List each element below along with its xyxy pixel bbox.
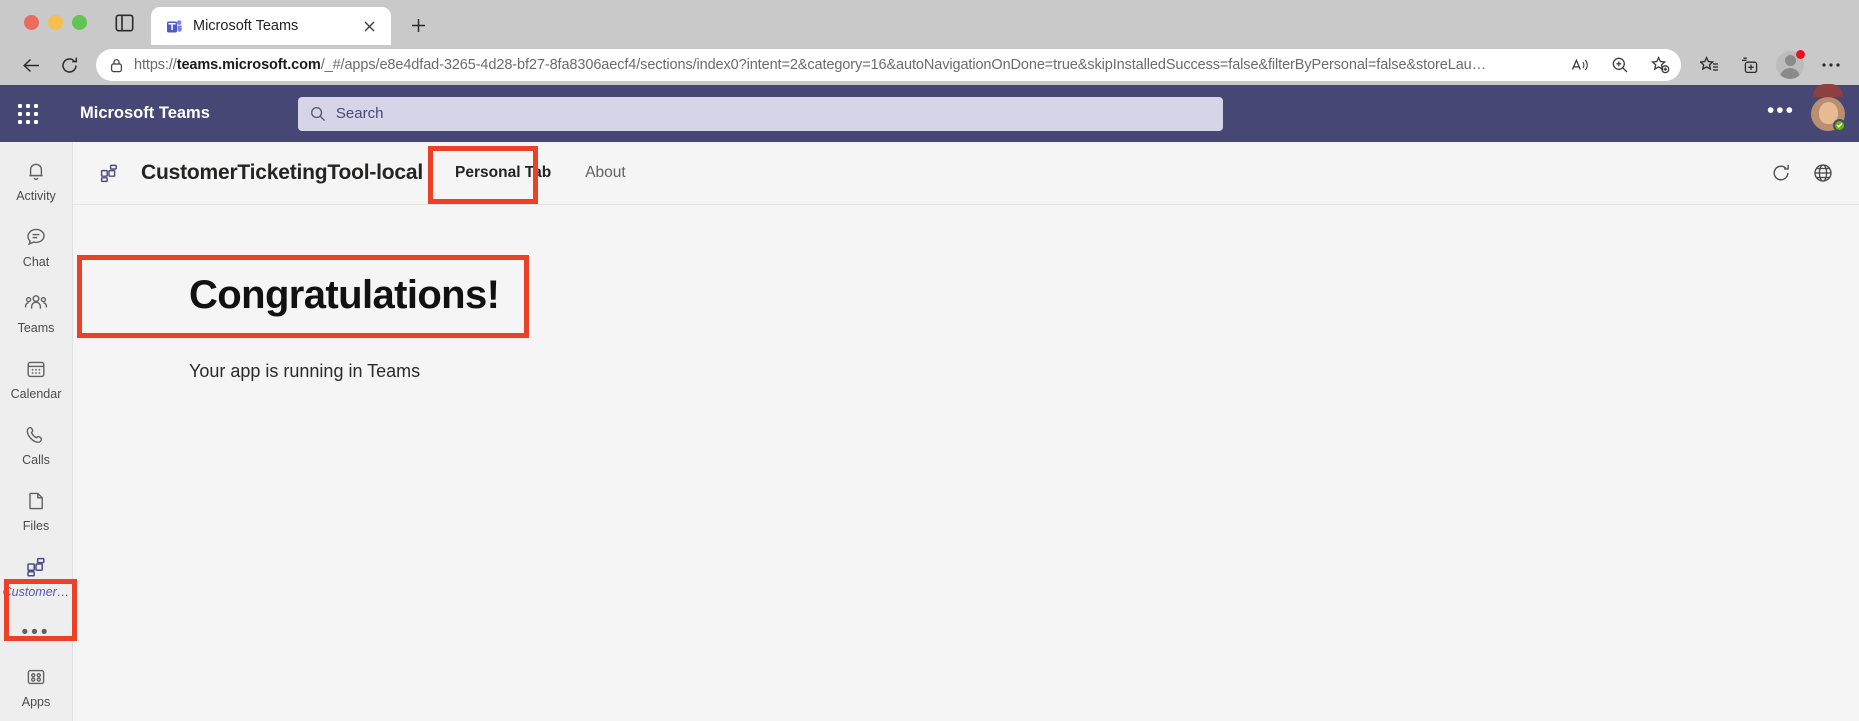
sidebar-item-label: Apps	[21, 694, 51, 709]
browser-tab-strip: Microsoft Teams	[0, 0, 1859, 45]
teams-more-button[interactable]: •••	[1757, 100, 1805, 121]
maximize-window-button[interactable]	[72, 15, 87, 30]
chat-icon	[25, 226, 47, 253]
search-input[interactable]: Search	[297, 96, 1223, 131]
sidebar-item-files[interactable]: Files	[0, 478, 73, 544]
teams-people-icon	[24, 292, 48, 319]
teams-body: Activity Chat Teams Calendar Calls Files…	[0, 142, 1859, 721]
status-badge	[1833, 118, 1846, 132]
calendar-icon	[25, 358, 47, 385]
sidebar-item-chat[interactable]: Chat	[0, 214, 73, 280]
app-content-area: CustomerTicketingTool-local Personal Tab…	[73, 142, 1859, 721]
browser-tab-title: Microsoft Teams	[193, 18, 299, 34]
apps-grid-icon	[25, 666, 47, 693]
sidebar-item-label: Customer…	[2, 584, 70, 599]
close-tab-button[interactable]	[359, 16, 379, 36]
address-bar[interactable]: https://teams.microsoft.com/_#/apps/e8e4…	[96, 49, 1681, 81]
user-avatar[interactable]	[1811, 96, 1846, 132]
app-tiles-icon	[95, 158, 125, 188]
phone-icon	[25, 424, 47, 451]
minimize-window-button[interactable]	[48, 15, 63, 30]
add-favorite-icon[interactable]	[1645, 51, 1675, 79]
teams-favicon	[165, 17, 183, 35]
new-tab-button[interactable]	[403, 10, 433, 40]
app-stage: Congratulations! Your app is running in …	[73, 205, 1859, 721]
read-aloud-icon[interactable]	[1565, 51, 1595, 79]
tab-about[interactable]: About	[571, 142, 640, 204]
sidebar-item-label: Teams	[17, 320, 55, 335]
file-icon	[25, 490, 47, 517]
sidebar-item-calendar[interactable]: Calendar	[0, 346, 73, 412]
sidebar-item-label: Activity	[16, 188, 56, 203]
congratulations-heading: Congratulations!	[189, 273, 500, 317]
profile-avatar-icon[interactable]	[1773, 48, 1807, 82]
search-placeholder: Search	[335, 105, 384, 122]
teams-product-title: Microsoft Teams	[80, 104, 210, 122]
teams-left-rail: Activity Chat Teams Calendar Calls Files…	[0, 142, 77, 721]
app-header-actions	[1771, 163, 1841, 183]
app-running-status-text: Your app is running in Teams	[189, 361, 421, 381]
browser-tab[interactable]: Microsoft Teams	[151, 7, 391, 45]
back-arrow-icon[interactable]	[14, 50, 48, 80]
tab-personal-tab[interactable]: Personal Tab	[441, 142, 565, 204]
reload-icon[interactable]	[52, 50, 86, 80]
sidebar-more-apps-button[interactable]: •••	[0, 610, 73, 654]
sidebar-item-calls[interactable]: Calls	[0, 412, 73, 478]
url-text: https://teams.microsoft.com/_#/apps/e8e4…	[134, 57, 1487, 73]
sidebar-item-teams[interactable]: Teams	[0, 280, 73, 346]
app-launcher-icon[interactable]	[0, 85, 56, 142]
page-title: CustomerTicketingTool-local	[141, 161, 424, 184]
lock-icon	[110, 58, 124, 73]
teams-application: Microsoft Teams Search ••• Activity Chat…	[0, 85, 1859, 721]
zoom-in-icon[interactable]	[1605, 51, 1635, 79]
favorites-icon[interactable]	[1691, 50, 1727, 80]
bell-icon	[25, 160, 47, 187]
close-window-button[interactable]	[24, 15, 39, 30]
sidebar-item-customer-ticketing-tool[interactable]: Customer…	[0, 544, 73, 610]
app-tiles-icon	[24, 556, 48, 583]
window-controls[interactable]	[14, 0, 95, 45]
sidebar-item-label: Calls	[22, 452, 50, 467]
refresh-icon[interactable]	[1771, 163, 1791, 183]
teams-header-actions: •••	[1757, 96, 1859, 132]
globe-icon[interactable]	[1813, 163, 1833, 183]
sidebar-item-label: Calendar	[10, 386, 62, 401]
sidebar-item-activity[interactable]: Activity	[0, 148, 73, 214]
collections-icon[interactable]	[1731, 50, 1767, 80]
sidebar-toggle-icon[interactable]	[107, 0, 141, 45]
profile-notification-badge	[1796, 50, 1805, 59]
sidebar-item-label: Files	[22, 518, 50, 533]
more-settings-icon[interactable]	[1813, 50, 1849, 80]
search-icon	[310, 106, 326, 122]
app-tab-list: Personal Tab About	[441, 142, 640, 204]
teams-header: Microsoft Teams Search •••	[0, 85, 1859, 142]
app-header-bar: CustomerTicketingTool-local Personal Tab…	[73, 142, 1859, 205]
sidebar-item-apps[interactable]: Apps	[0, 654, 73, 720]
browser-toolbar: https://teams.microsoft.com/_#/apps/e8e4…	[0, 45, 1859, 85]
sidebar-item-label: Chat	[22, 254, 50, 269]
